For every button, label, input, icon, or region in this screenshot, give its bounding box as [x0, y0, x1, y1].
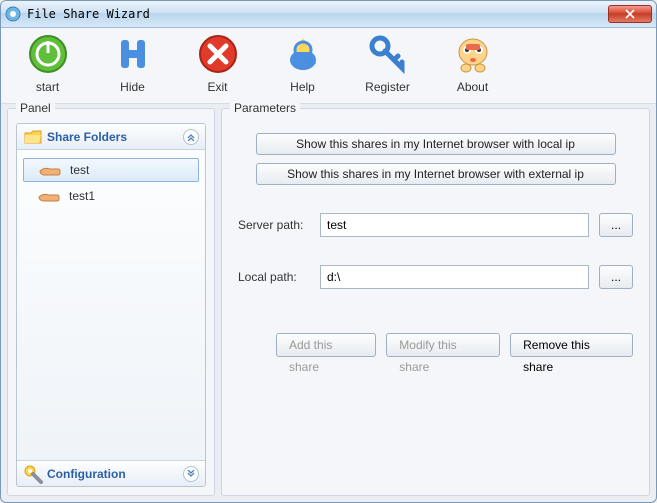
help-button[interactable]: Help [260, 34, 345, 103]
server-path-label: Server path: [238, 218, 320, 232]
power-icon [28, 34, 68, 74]
window-title: File Share Wizard [27, 7, 608, 21]
server-path-browse-button[interactable]: ... [599, 213, 633, 237]
folder-icon [23, 127, 43, 147]
wrench-icon [23, 464, 43, 484]
hide-button[interactable]: Hide [90, 34, 175, 103]
toolbar-label: About [457, 80, 488, 94]
exit-button[interactable]: Exit [175, 34, 260, 103]
panel-groupbox: Panel Share Folders te [7, 108, 215, 496]
titlebar: File Share Wizard [1, 1, 656, 28]
hide-icon [113, 34, 153, 74]
share-item-icon [38, 163, 62, 177]
share-tree: test test1 [17, 150, 205, 460]
show-local-ip-button[interactable]: Show this shares in my Internet browser … [256, 133, 616, 155]
modify-share-button[interactable]: Modify this share [386, 333, 500, 357]
tree-item-label: test1 [69, 189, 95, 203]
share-item-icon [37, 189, 61, 203]
share-folders-header[interactable]: Share Folders [17, 124, 205, 150]
toolbar-label: Exit [207, 80, 227, 94]
toolbar-label: Hide [120, 80, 145, 94]
show-external-ip-button[interactable]: Show this shares in my Internet browser … [256, 163, 616, 185]
close-button[interactable] [608, 5, 652, 23]
add-share-button[interactable]: Add this share [276, 333, 376, 357]
toolbar-label: Register [365, 80, 410, 94]
start-button[interactable]: start [5, 34, 90, 103]
chevron-up-icon [183, 129, 199, 145]
parameters-groupbox: Parameters Show this shares in my Intern… [221, 108, 650, 496]
help-icon [283, 34, 323, 74]
server-path-input[interactable] [320, 213, 589, 237]
about-icon [453, 34, 493, 74]
close-icon [625, 9, 635, 19]
local-path-browse-button[interactable]: ... [599, 265, 633, 289]
about-button[interactable]: About [430, 34, 515, 103]
configuration-title: Configuration [47, 467, 183, 481]
tree-item[interactable]: test [23, 158, 199, 182]
toolbar: start Hide Exit Help Register [1, 28, 656, 104]
configuration-header[interactable]: Configuration [17, 460, 205, 486]
toolbar-label: Help [290, 80, 315, 94]
chevron-down-icon [183, 466, 199, 482]
tree-item[interactable]: test1 [23, 184, 199, 208]
app-icon [5, 6, 21, 22]
register-button[interactable]: Register [345, 34, 430, 103]
remove-share-button[interactable]: Remove this share [510, 333, 633, 357]
toolbar-label: start [36, 80, 59, 94]
exit-icon [198, 34, 238, 74]
panel-label: Panel [16, 101, 55, 115]
parameters-label: Parameters [230, 101, 300, 115]
share-folders-title: Share Folders [47, 130, 183, 144]
local-path-input[interactable] [320, 265, 589, 289]
tree-item-label: test [70, 163, 89, 177]
key-icon [368, 34, 408, 74]
local-path-label: Local path: [238, 270, 320, 284]
